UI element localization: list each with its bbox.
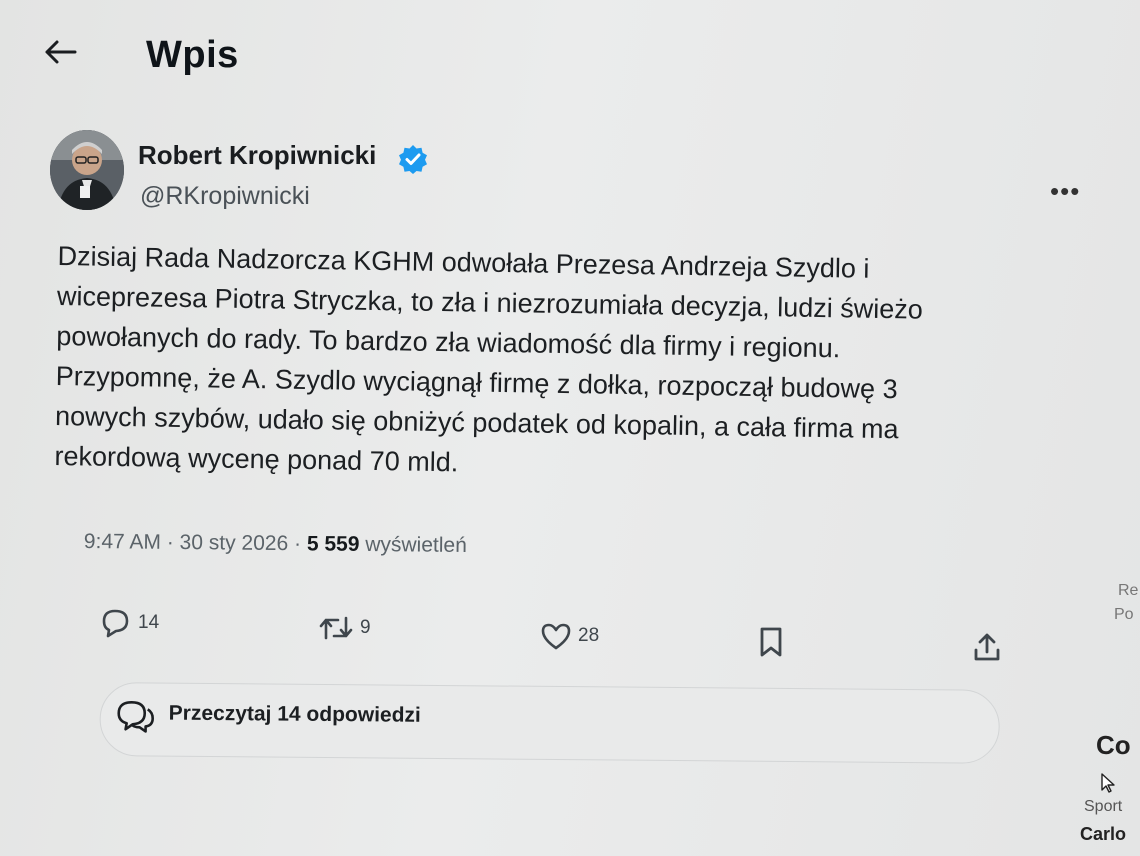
sidebar-fragment-text: Re [1118, 582, 1139, 599]
tweet-text: Dzisiaj Rada Nadzorcza KGHM odwołała Pre… [54, 236, 1068, 492]
retweet-icon [319, 616, 353, 640]
author-handle[interactable]: @RKropiwnicki [140, 182, 310, 211]
like-count: 28 [578, 625, 600, 646]
retweet-count: 9 [360, 617, 371, 638]
verified-badge-icon [399, 145, 427, 174]
avatar[interactable] [50, 130, 124, 210]
read-replies-label: Przeczytaj 14 odpowiedzi [168, 701, 421, 727]
tweet-date[interactable]: 30 sty 2026 [180, 531, 289, 555]
retweet-button[interactable]: 9 [318, 614, 371, 642]
action-bar: 14 9 28 [96, 606, 1016, 661]
read-replies-button[interactable]: Przeczytaj 14 odpowiedzi [99, 682, 1000, 764]
tweet-meta: 9:47 AM · 30 sty 2026 · 5 559 wyświetleń [84, 530, 467, 558]
share-button[interactable] [972, 632, 1002, 662]
bookmark-icon [760, 627, 782, 657]
header: Wpis [0, 0, 1100, 110]
mouse-cursor-icon [1101, 773, 1115, 793]
views-count: 5 559 [306, 532, 360, 556]
separator: · [293, 532, 302, 556]
like-button[interactable]: 28 [540, 622, 599, 650]
page-title: Wpis [146, 34, 239, 76]
right-sidebar-fragment: Re Po Co Sport Carlo [1080, 560, 1140, 856]
more-options-icon[interactable]: ••• [1050, 176, 1080, 207]
views-label: wyświetleń [365, 532, 467, 558]
back-button[interactable] [38, 30, 82, 74]
avatar-image [50, 130, 124, 210]
author-block: Robert Kropiwnicki @RKropiwnicki [50, 130, 1090, 220]
reply-count: 14 [138, 612, 160, 633]
screen: Wpis Robert Kropiwnicki @RKropiwnicki ••… [0, 0, 1140, 856]
sidebar-fragment-name[interactable]: Carlo [1080, 824, 1126, 845]
reply-button[interactable]: 14 [98, 608, 159, 638]
reply-icon [102, 609, 129, 638]
share-icon [974, 633, 1000, 661]
heart-icon [541, 623, 571, 650]
sidebar-fragment-text: Po [1114, 606, 1134, 623]
arrow-left-icon [45, 40, 77, 64]
tweet-time[interactable]: 9:47 AM [84, 530, 161, 554]
author-name[interactable]: Robert Kropiwnicki [138, 140, 376, 171]
separator: · [166, 530, 174, 554]
bookmark-button[interactable] [758, 626, 784, 658]
sidebar-fragment-category[interactable]: Sport [1084, 798, 1122, 816]
sidebar-fragment-heading: Co [1096, 730, 1131, 760]
replies-icon [117, 700, 154, 733]
